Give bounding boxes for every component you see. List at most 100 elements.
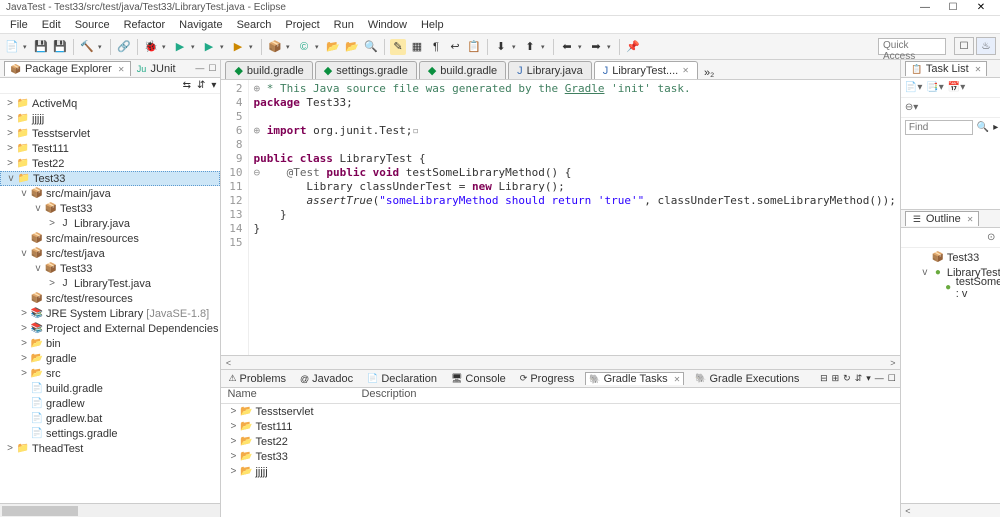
run-last-icon[interactable]: ▶ — [230, 39, 246, 55]
maximize-view-icon[interactable]: ☐ — [208, 63, 216, 74]
toggle-mark-icon[interactable]: ✎ — [390, 39, 406, 55]
menu-help[interactable]: Help — [415, 18, 450, 32]
tree-item[interactable]: v📦src/main/java — [0, 186, 220, 201]
menu-window[interactable]: Window — [362, 18, 413, 32]
collapse-icon[interactable]: ⊟ — [820, 373, 828, 384]
gradle-project-row[interactable]: >📂Test22 — [221, 434, 899, 449]
tree-item[interactable]: >📚Project and External Dependencies — [0, 321, 220, 336]
editor-tab[interactable]: ◆build.gradle — [419, 61, 506, 79]
toggle-word-wrap-icon[interactable]: ↩ — [447, 39, 463, 55]
more-tabs-icon[interactable]: »₂ — [700, 67, 718, 79]
tree-item[interactable]: 📄build.gradle — [0, 381, 220, 396]
tree-item[interactable]: >JLibraryTest.java — [0, 276, 220, 291]
tree-item[interactable]: 📄gradlew — [0, 396, 220, 411]
minimize-view-icon[interactable]: — — [195, 63, 204, 74]
outline-item[interactable]: ●testSomeLibraryMethod() : v — [901, 280, 1000, 295]
tree-item[interactable]: >📁jjjjj — [0, 111, 220, 126]
tree-item[interactable]: >📁Tesstservlet — [0, 126, 220, 141]
menu-refactor[interactable]: Refactor — [118, 18, 172, 32]
new-class-icon[interactable]: © — [296, 39, 312, 55]
annotation-icon[interactable]: 📋 — [466, 39, 482, 55]
next-annotation-icon[interactable]: ⬇ — [493, 39, 509, 55]
tree-item[interactable]: v📦Test33 — [0, 261, 220, 276]
tree-item[interactable]: >📂bin — [0, 336, 220, 351]
expand-icon[interactable]: ⊞ — [832, 373, 840, 384]
new-folder-icon[interactable]: 📂 — [325, 39, 341, 55]
tree-item[interactable]: >📁Test22 — [0, 156, 220, 171]
run-icon[interactable]: ▶ — [172, 39, 188, 55]
gradle-project-row[interactable]: >📂jjjjj — [221, 464, 899, 479]
new-package-icon[interactable]: 📦 — [267, 39, 283, 55]
menu-file[interactable]: File — [4, 18, 34, 32]
tree-item[interactable]: v📁Test33 — [0, 171, 220, 186]
link-icon[interactable]: 🔗 — [116, 39, 132, 55]
tree-item[interactable]: >📁Test111 — [0, 141, 220, 156]
editor-tab[interactable]: JLibraryTest....✕ — [594, 61, 698, 79]
task-collapse-icon[interactable]: ⊖▾ — [905, 102, 918, 113]
new-task-icon[interactable]: 📄▾ — [905, 82, 922, 93]
new-icon[interactable]: 📄 — [4, 39, 20, 55]
build-icon[interactable]: 🔨 — [79, 39, 95, 55]
quick-access-input[interactable]: Quick Access — [878, 38, 946, 55]
minimize-button[interactable]: — — [912, 1, 938, 15]
column-description[interactable]: Description — [361, 388, 899, 403]
task-find-input[interactable] — [905, 120, 973, 135]
scroll-right-icon[interactable]: > — [886, 358, 900, 368]
coverage-icon[interactable]: ▶ — [201, 39, 217, 55]
toggle-block-icon[interactable]: ▦ — [409, 39, 425, 55]
gradle-project-row[interactable]: >📂Test33 — [221, 449, 899, 464]
junit-tab[interactable]: Ju JUnit — [131, 62, 181, 76]
tree-item[interactable]: >📚JRE System Library [JavaSE-1.8] — [0, 306, 220, 321]
search-icon[interactable]: 🔍 — [363, 39, 379, 55]
editor-tab[interactable]: JLibrary.java — [508, 61, 592, 79]
tree-item[interactable]: 📦src/test/resources — [0, 291, 220, 306]
ol-focus-icon[interactable]: ⊙ — [987, 232, 995, 243]
open-perspective-icon[interactable]: ☐ — [954, 37, 974, 55]
editor-tab[interactable]: ◆settings.gradle — [315, 61, 417, 79]
task-search-icon[interactable]: 🔍 — [977, 122, 989, 133]
editor-content[interactable]: ⊕ * This Java source file was generated … — [249, 80, 899, 355]
link-editor-icon[interactable]: ⇵ — [197, 80, 205, 91]
back-icon[interactable]: ⬅ — [559, 39, 575, 55]
view-tab-declaration[interactable]: 📄Declaration — [364, 373, 440, 385]
collapse-all-icon[interactable]: ⇆ — [183, 80, 191, 91]
save-icon[interactable]: 💾 — [33, 39, 49, 55]
open-type-icon[interactable]: 📂 — [344, 39, 360, 55]
task-list-tab[interactable]: 📋 Task List ✕ — [905, 61, 988, 76]
editor-tab[interactable]: ◆build.gradle — [225, 61, 312, 79]
debug-icon[interactable]: 🐞 — [143, 39, 159, 55]
refresh-icon[interactable]: ↻ — [843, 373, 851, 384]
save-all-icon[interactable]: 💾 — [52, 39, 68, 55]
tree-item[interactable]: 📦src/main/resources — [0, 231, 220, 246]
view-tab-console[interactable]: 🖥Console — [448, 373, 509, 385]
menu-source[interactable]: Source — [69, 18, 116, 32]
forward-icon[interactable]: ➡ — [588, 39, 604, 55]
bv-menu-icon[interactable]: ▾ — [866, 373, 871, 384]
tree-item[interactable]: >📂src — [0, 366, 220, 381]
tree-item[interactable]: >📁TheadTest — [0, 441, 220, 456]
bv-min-icon[interactable]: — — [875, 373, 884, 384]
menu-search[interactable]: Search — [231, 18, 278, 32]
outline-tab[interactable]: ☰ Outline ✕ — [905, 211, 980, 226]
java-perspective-icon[interactable]: ♨ — [976, 37, 996, 55]
outline-item[interactable]: 📦Test33 — [901, 250, 1000, 265]
view-tab-gradle-executions[interactable]: 🐘Gradle Executions — [692, 373, 802, 385]
tree-item[interactable]: >📁ActiveMq — [0, 96, 220, 111]
menu-project[interactable]: Project — [279, 18, 325, 32]
tree-item[interactable]: >📂gradle — [0, 351, 220, 366]
view-menu-icon[interactable]: ▾ — [211, 80, 216, 91]
gradle-project-row[interactable]: >📂Tesstservlet — [221, 404, 899, 419]
tree-item[interactable]: v📦src/test/java — [0, 246, 220, 261]
menu-run[interactable]: Run — [328, 18, 360, 32]
show-whitespace-icon[interactable]: ¶ — [428, 39, 444, 55]
close-button[interactable]: ✕ — [968, 1, 994, 15]
gradle-project-row[interactable]: >📂Test111 — [221, 419, 899, 434]
view-tab-gradle-tasks[interactable]: 🐘Gradle Tasks✕ — [585, 372, 684, 385]
tree-item[interactable]: 📄gradlew.bat — [0, 411, 220, 426]
scroll-left-icon[interactable]: < — [221, 358, 235, 368]
maximize-button[interactable]: ☐ — [940, 1, 966, 15]
column-name[interactable]: Name — [221, 388, 361, 403]
tree-item[interactable]: v📦Test33 — [0, 201, 220, 216]
view-tab-progress[interactable]: ⟳Progress — [517, 373, 578, 385]
view-tab-problems[interactable]: ⚠Problems — [225, 373, 289, 385]
